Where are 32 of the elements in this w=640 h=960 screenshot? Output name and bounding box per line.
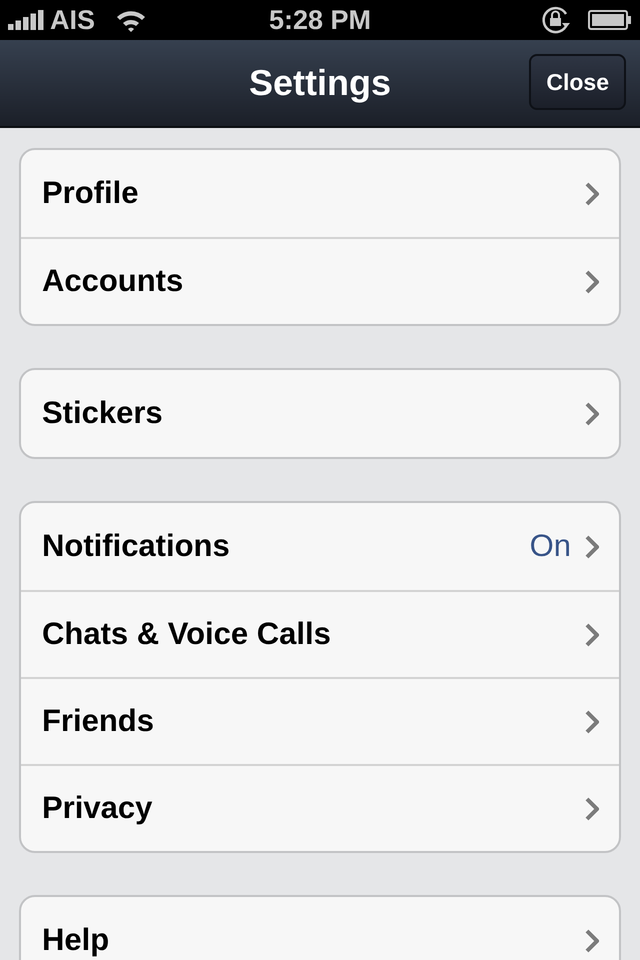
row-label: Chats & Voice Calls (42, 615, 331, 654)
settings-row[interactable]: Chats & Voice Calls (21, 590, 619, 677)
rotation-lock-icon (540, 5, 572, 35)
settings-row[interactable]: Profile (21, 150, 619, 237)
status-time: 5:28 PM (268, 4, 372, 37)
settings-row[interactable]: Notifications On (21, 503, 619, 590)
screen-title: Settings (248, 61, 391, 105)
row-value: On (530, 527, 571, 566)
row-label: Accounts (42, 262, 184, 300)
chevron-icon (585, 402, 599, 426)
carrier-name: AIS (50, 4, 96, 37)
row-label: Profile (42, 174, 138, 212)
row-label: Notifications (42, 527, 230, 566)
settings-row[interactable]: Accounts (21, 237, 619, 324)
row-label: Friends (42, 702, 154, 740)
close-button[interactable]: Close (529, 54, 626, 110)
row-label: Privacy (42, 789, 152, 828)
chevron-icon (585, 622, 599, 646)
settings-row[interactable]: Help (21, 897, 619, 960)
row-label: Help (42, 921, 110, 960)
chevron-icon (585, 710, 599, 734)
chevron-icon (585, 534, 599, 558)
battery-icon (588, 10, 632, 30)
chevron-icon (585, 928, 599, 952)
chevron-icon (585, 182, 599, 206)
chevron-icon (585, 270, 599, 294)
settings-row[interactable]: Friends (21, 677, 619, 764)
chevron-icon (585, 796, 599, 820)
settings-row[interactable]: Privacy (21, 764, 619, 851)
row-label: Stickers (42, 394, 163, 432)
settings-row[interactable]: Stickers (21, 370, 619, 457)
signal-icon (8, 10, 46, 30)
